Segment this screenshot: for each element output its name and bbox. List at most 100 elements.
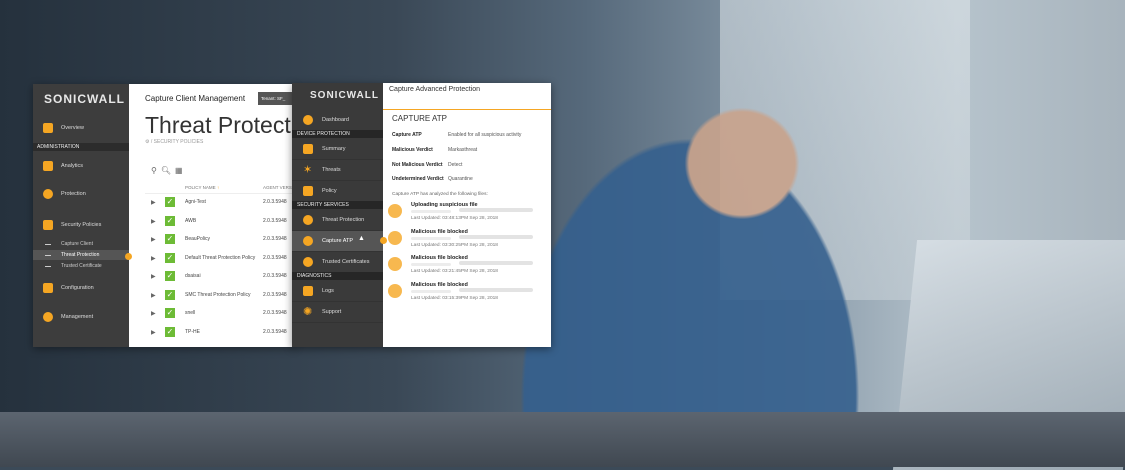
blurred-filename — [459, 234, 533, 239]
setting-row: Undetermined Verdict Quarantine — [392, 176, 473, 182]
threats-icon: ✶ — [303, 164, 313, 176]
capture-atp-window: SONICWALL Dashboard DEVICE PROTECTION Su… — [292, 83, 551, 347]
analyzed-note: Capture ATP has analyzed the following f… — [392, 192, 488, 197]
chevron-right-icon[interactable]: ▶ — [151, 329, 156, 336]
last-updated: Last Updated: 03:15:39PM Sep 28, 2018 — [411, 295, 498, 301]
file-status: Malicious file blocked — [411, 255, 468, 261]
checkbox[interactable]: ✓ — [165, 271, 175, 281]
sidebar-sub-trusted-certificates[interactable]: Trusted Certificate — [33, 261, 129, 271]
sidebar-item-analytics[interactable]: Analytics — [33, 156, 129, 178]
checkbox[interactable]: ✓ — [165, 215, 175, 226]
blurred-detail — [411, 236, 451, 240]
sidebar-item-threat-protection[interactable]: Threat Protection — [292, 210, 383, 231]
sidebar-item-management[interactable]: Management — [33, 307, 129, 329]
sidebar-item-trusted-certificates[interactable]: Trusted Certificates — [292, 252, 383, 273]
sidebar-item-security-policies[interactable]: Security Policies — [33, 215, 129, 237]
sidebar-item-label: Protection — [61, 191, 86, 197]
sidebar-item-logs[interactable]: Logs — [292, 281, 383, 302]
setting-row: Not Malicious Verdict Detect — [392, 162, 462, 168]
sidebar-item-summary[interactable]: Summary — [292, 139, 383, 160]
certificate-icon — [303, 257, 313, 267]
checkbox[interactable]: ✓ — [165, 289, 175, 300]
shield-icon — [303, 215, 313, 225]
support-icon: ✺ — [303, 306, 313, 318]
agent-version: 2.0.3.5948 — [263, 254, 287, 261]
table-row[interactable]: ▶ ✓ dsaisai 2.0.3.5948 — [145, 268, 295, 285]
desk — [0, 412, 1125, 467]
checkbox[interactable]: ✓ — [165, 326, 175, 337]
agent-version: 2.0.3.5948 — [263, 310, 287, 316]
agent-version: 2.0.3.5948 — [263, 273, 287, 279]
chevron-right-icon[interactable]: ▶ — [151, 236, 156, 243]
policy-name: BeauPolicy — [185, 236, 211, 242]
sonicwall-logo: SONICWALL — [44, 92, 125, 106]
table-toolbar: ⚲🔍︎▦ — [151, 166, 187, 175]
file-status: Malicious file blocked — [411, 228, 468, 235]
chevron-right-icon[interactable]: ▶ — [151, 310, 156, 317]
checkbox[interactable]: ✓ — [165, 252, 175, 263]
bug-icon — [388, 257, 402, 271]
analyzed-file-item[interactable]: Malicious file blocked Last Updated: 03:2… — [388, 255, 548, 281]
overview-icon — [43, 123, 53, 133]
setting-key: Capture ATP — [392, 132, 422, 138]
agent-version: 2.0.3.5948 — [263, 236, 287, 242]
agent-version: 2.0.3.5948 — [263, 291, 287, 298]
blurred-filename — [459, 208, 533, 212]
file-status: Malicious file blocked — [411, 281, 468, 288]
app-title: Capture Advanced Protection — [389, 86, 481, 93]
checkbox[interactable]: ✓ — [165, 308, 175, 318]
chevron-right-icon[interactable]: ▶ — [151, 292, 156, 299]
section-diagnostics: DIAGNOSTICS — [292, 272, 383, 280]
table-row[interactable]: ▶ ✓ Agni-Test 2.0.3.5948 — [145, 194, 295, 211]
table-row[interactable]: ▶ ✓ BeauPolicy 2.0.3.5948 — [145, 231, 295, 248]
mouse-cursor-icon: ▲ — [358, 235, 365, 242]
analytics-icon — [43, 161, 53, 171]
table-row[interactable]: ▶ ✓ SMC Threat Protection Policy 2.0.3.5948 — [145, 287, 295, 304]
sidebar-item-configuration[interactable]: Configuration — [33, 278, 129, 300]
search-icon[interactable]: 🔍︎ — [161, 166, 175, 175]
sidebar-item-threats[interactable]: ✶ Threats — [292, 160, 383, 181]
chevron-right-icon[interactable]: ▶ — [151, 199, 156, 206]
breadcrumb[interactable]: ⚙ / SECURITY POLICIES — [145, 139, 203, 145]
tenant-selector[interactable]: Tenant: SF_ — [258, 92, 295, 105]
checkbox[interactable]: ✓ — [165, 197, 175, 207]
blurred-detail — [411, 263, 451, 266]
policy-name: Agni-Test — [185, 199, 206, 205]
dashboard-icon — [303, 115, 313, 125]
blurred-filename — [459, 261, 533, 265]
table-row[interactable]: ▶ ✓ Default Threat Protection Policy 2.0.3.… — [145, 250, 295, 267]
sidebar-sub-capture-client[interactable]: Capture Client — [33, 239, 129, 249]
sidebar-item-policy[interactable]: Policy — [292, 181, 383, 202]
chevron-right-icon[interactable]: ▶ — [151, 273, 156, 280]
sidebar-sub-threat-protection[interactable]: Threat Protection — [33, 250, 129, 260]
sidebar-item-support[interactable]: ✺ Support — [292, 302, 383, 323]
table-row[interactable]: ▶ ✓ snell 2.0.3.5948 — [145, 305, 295, 322]
sidebar-item-protection[interactable]: Protection — [33, 184, 129, 206]
table-header: POLICY NAME ↑ AGENT VERSI — [145, 183, 295, 194]
sidebar: SONICWALL Overview ADMINISTRATION Analyt… — [33, 84, 129, 347]
chevron-right-icon[interactable]: ▶ — [151, 218, 156, 225]
bug-icon — [388, 283, 402, 298]
sidebar-item-overview[interactable]: Overview — [33, 118, 129, 140]
chevron-right-icon[interactable]: ▶ — [151, 255, 156, 262]
analyzed-file-item[interactable]: Malicious file blocked Last Updated: 03:1… — [388, 282, 548, 308]
section-security-services: SECURITY SERVICES — [292, 201, 383, 209]
setting-row: Capture ATP Enabled for all suspicious ac… — [392, 132, 521, 138]
configuration-icon — [43, 283, 53, 293]
setting-value: Quarantine — [448, 176, 473, 182]
table-row[interactable]: ▶ ✓ AWB 2.0.3.5948 — [145, 213, 295, 230]
grid-icon[interactable]: ▦ — [175, 166, 187, 175]
column-header-agent-version[interactable]: AGENT VERSI — [263, 185, 293, 190]
analyzed-file-item[interactable]: Uploading suspicious file Last Updated: 0… — [388, 202, 548, 228]
column-header-policy-name[interactable]: POLICY NAME ↑ — [185, 185, 219, 190]
filter-icon[interactable]: ⚲ — [151, 166, 161, 175]
section-administration: ADMINISTRATION — [33, 143, 129, 151]
sidebar-item-capture-atp[interactable]: Capture ATP — [292, 231, 383, 252]
table-row[interactable]: ▶ ✓ TP-HE 2.0.3.5948 — [145, 324, 295, 341]
checkbox[interactable]: ✓ — [165, 234, 175, 244]
main-content: Capture Client Management Tenant: SF_ Th… — [129, 84, 295, 347]
section-device-protection: DEVICE PROTECTION — [292, 130, 383, 138]
sidebar-item-dashboard[interactable]: Dashboard — [292, 110, 383, 131]
analyzed-file-item[interactable]: Malicious file blocked Last Updated: 03:3… — [388, 229, 548, 255]
sidebar-item-label: Analytics — [61, 163, 84, 169]
